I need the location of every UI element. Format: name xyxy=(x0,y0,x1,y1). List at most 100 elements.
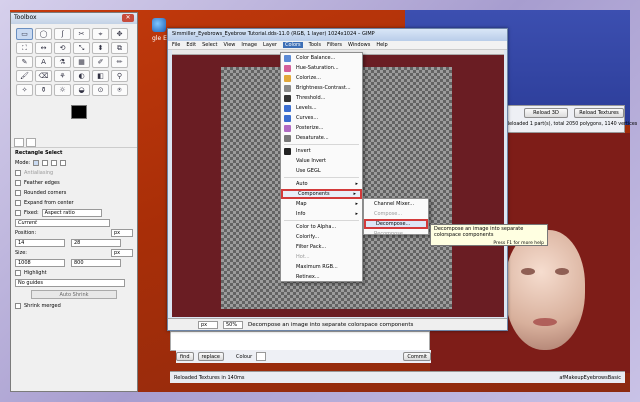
tool-icon[interactable]: ▭ xyxy=(16,28,33,40)
mode-intersect-icon[interactable] xyxy=(60,160,67,166)
menu-select[interactable]: Select xyxy=(202,42,217,48)
checkbox[interactable] xyxy=(15,270,21,276)
tool-icon[interactable]: ✏ xyxy=(111,56,128,68)
device-status-tab[interactable] xyxy=(26,138,36,147)
replace-button[interactable]: replace xyxy=(197,352,224,361)
menu-item-hue-saturation[interactable]: Hue-Saturation... xyxy=(281,63,362,73)
menu-view[interactable]: View xyxy=(224,42,236,48)
editor-area[interactable] xyxy=(170,331,430,351)
toolbox-titlebar[interactable]: Toolbox ✕ xyxy=(11,13,137,24)
current-field[interactable]: Current xyxy=(15,219,110,227)
tool-icon[interactable]: ⊙ xyxy=(92,84,109,96)
close-icon[interactable]: ✕ xyxy=(122,14,134,22)
size-width[interactable]: 1008 xyxy=(15,259,65,267)
menu-item-map[interactable]: Map ▸ xyxy=(281,199,362,209)
menu-item-brightness-contrast[interactable]: Brightness-Contrast... xyxy=(281,83,362,93)
menu-item-desaturate[interactable]: Desaturate... xyxy=(281,133,362,143)
tool-icon[interactable]: ⬍ xyxy=(92,42,109,54)
tool-icon[interactable]: ⧉ xyxy=(111,42,128,54)
menu-item-colorify[interactable]: Colorify... xyxy=(281,232,362,242)
checkbox[interactable] xyxy=(15,200,21,206)
menu-item-auto[interactable]: Auto ▸ xyxy=(281,179,362,189)
tool-icon[interactable]: ✐ xyxy=(92,56,109,68)
mode-subtract-icon[interactable] xyxy=(51,160,58,166)
tool-icon[interactable]: ↔ xyxy=(35,42,52,54)
size-height[interactable]: 800 xyxy=(71,259,121,267)
menu-item-levels[interactable]: Levels... xyxy=(281,103,362,113)
antialiasing-option[interactable]: Antialiasing xyxy=(11,168,137,178)
fixed-select[interactable]: Aspect ratio xyxy=(41,209,102,217)
tool-icon[interactable]: ⛶ xyxy=(16,42,33,54)
reload-3d-button[interactable]: Reload 3D xyxy=(524,108,568,118)
tool-icon[interactable]: ◧ xyxy=(92,70,109,82)
menu-item-retinex[interactable]: Retinex... xyxy=(281,272,362,282)
tool-icon[interactable]: ⌖ xyxy=(92,28,109,40)
tool-icon[interactable]: ☼ xyxy=(54,84,71,96)
checkbox[interactable] xyxy=(15,210,21,216)
zoom-select[interactable]: 50% xyxy=(223,320,243,329)
menu-item-channel-mixer[interactable]: Channel Mixer... xyxy=(364,199,428,209)
menu-item-color-balance[interactable]: Color Balance... xyxy=(281,53,362,63)
tool-icon[interactable]: 🖌 xyxy=(16,70,33,82)
expand-option[interactable]: Expand from center xyxy=(11,198,137,208)
commit-button[interactable]: Commit xyxy=(403,352,431,361)
menu-image[interactable]: Image xyxy=(241,42,257,48)
checkbox[interactable] xyxy=(15,303,21,309)
tool-icon[interactable]: ⚱ xyxy=(35,84,52,96)
tool-icon[interactable]: ⌫ xyxy=(35,70,52,82)
tool-icon[interactable]: A xyxy=(35,56,52,68)
highlight-option[interactable]: Highlight xyxy=(11,268,137,278)
checkbox[interactable] xyxy=(15,190,21,196)
tool-icon[interactable]: ✎ xyxy=(16,56,33,68)
tool-icon[interactable]: ✥ xyxy=(111,28,128,40)
menu-item-color-to-alpha[interactable]: Color to Alpha... xyxy=(281,222,362,232)
menu-item-components[interactable]: Components ▸ xyxy=(281,189,362,199)
menu-filters[interactable]: Filters xyxy=(327,42,342,48)
menu-item-colorize[interactable]: Colorize... xyxy=(281,73,362,83)
tool-options-tab[interactable] xyxy=(14,138,24,147)
checkbox[interactable] xyxy=(15,180,21,186)
menu-item-info[interactable]: Info ▸ xyxy=(281,209,362,219)
colour-swatch[interactable] xyxy=(256,352,267,361)
position-x[interactable]: 14 xyxy=(15,239,65,247)
tool-icon[interactable]: ◯ xyxy=(35,28,52,40)
menu-item-maximum-rgb[interactable]: Maximum RGB... xyxy=(281,262,362,272)
color-swatches[interactable] xyxy=(16,102,132,136)
menu-item-recompose[interactable]: Recompose xyxy=(364,229,428,239)
mode-replace-icon[interactable] xyxy=(33,160,40,166)
tool-icon[interactable]: ▦ xyxy=(73,56,90,68)
rounded-option[interactable]: Rounded corners xyxy=(11,188,137,198)
fixed-option[interactable]: Fixed: Aspect ratio xyxy=(11,208,137,218)
tool-icon[interactable]: ✧ xyxy=(16,84,33,96)
menu-item-compose[interactable]: Compose... xyxy=(364,209,428,219)
menu-item-hot[interactable]: Hot... xyxy=(281,252,362,262)
menu-item-decompose[interactable]: Decompose... xyxy=(364,219,428,229)
menu-item-threshold[interactable]: Threshold... xyxy=(281,93,362,103)
menu-item-invert[interactable]: Invert xyxy=(281,146,362,156)
size-unit[interactable]: px xyxy=(111,249,133,257)
menu-help[interactable]: Help xyxy=(376,42,387,48)
menu-file[interactable]: File xyxy=(172,42,180,48)
menu-windows[interactable]: Windows xyxy=(348,42,370,48)
guides-select[interactable]: No guides xyxy=(15,279,125,287)
position-y[interactable]: 28 xyxy=(71,239,121,247)
google-earth-icon[interactable] xyxy=(152,18,166,32)
menu-item-curves[interactable]: Curves... xyxy=(281,113,362,123)
mode-add-icon[interactable] xyxy=(42,160,49,166)
gimp-titlebar[interactable]: Simmiller_Eyebrows_Eyebrow Tutorial.dds-… xyxy=(168,29,507,41)
checkbox[interactable] xyxy=(15,170,21,176)
tool-icon[interactable]: ◒ xyxy=(73,84,90,96)
tool-icon[interactable]: ʃ xyxy=(54,28,71,40)
menu-item-use-gegl[interactable]: Use GEGL xyxy=(281,166,362,176)
menu-layer[interactable]: Layer xyxy=(263,42,277,48)
tool-icon[interactable]: ⤡ xyxy=(73,42,90,54)
tool-icon[interactable]: ⚗ xyxy=(54,56,71,68)
foreground-color[interactable] xyxy=(71,105,87,119)
menu-item-posterize[interactable]: Posterize... xyxy=(281,123,362,133)
menu-item-filter-pack[interactable]: Filter Pack... xyxy=(281,242,362,252)
position-unit[interactable]: px xyxy=(111,229,133,237)
shrink-merged-option[interactable]: Shrink merged xyxy=(11,301,137,311)
tool-icon[interactable]: ✂ xyxy=(73,28,90,40)
tool-icon[interactable]: ⟲ xyxy=(54,42,71,54)
reload-textures-button[interactable]: Reload Textures xyxy=(574,108,624,118)
